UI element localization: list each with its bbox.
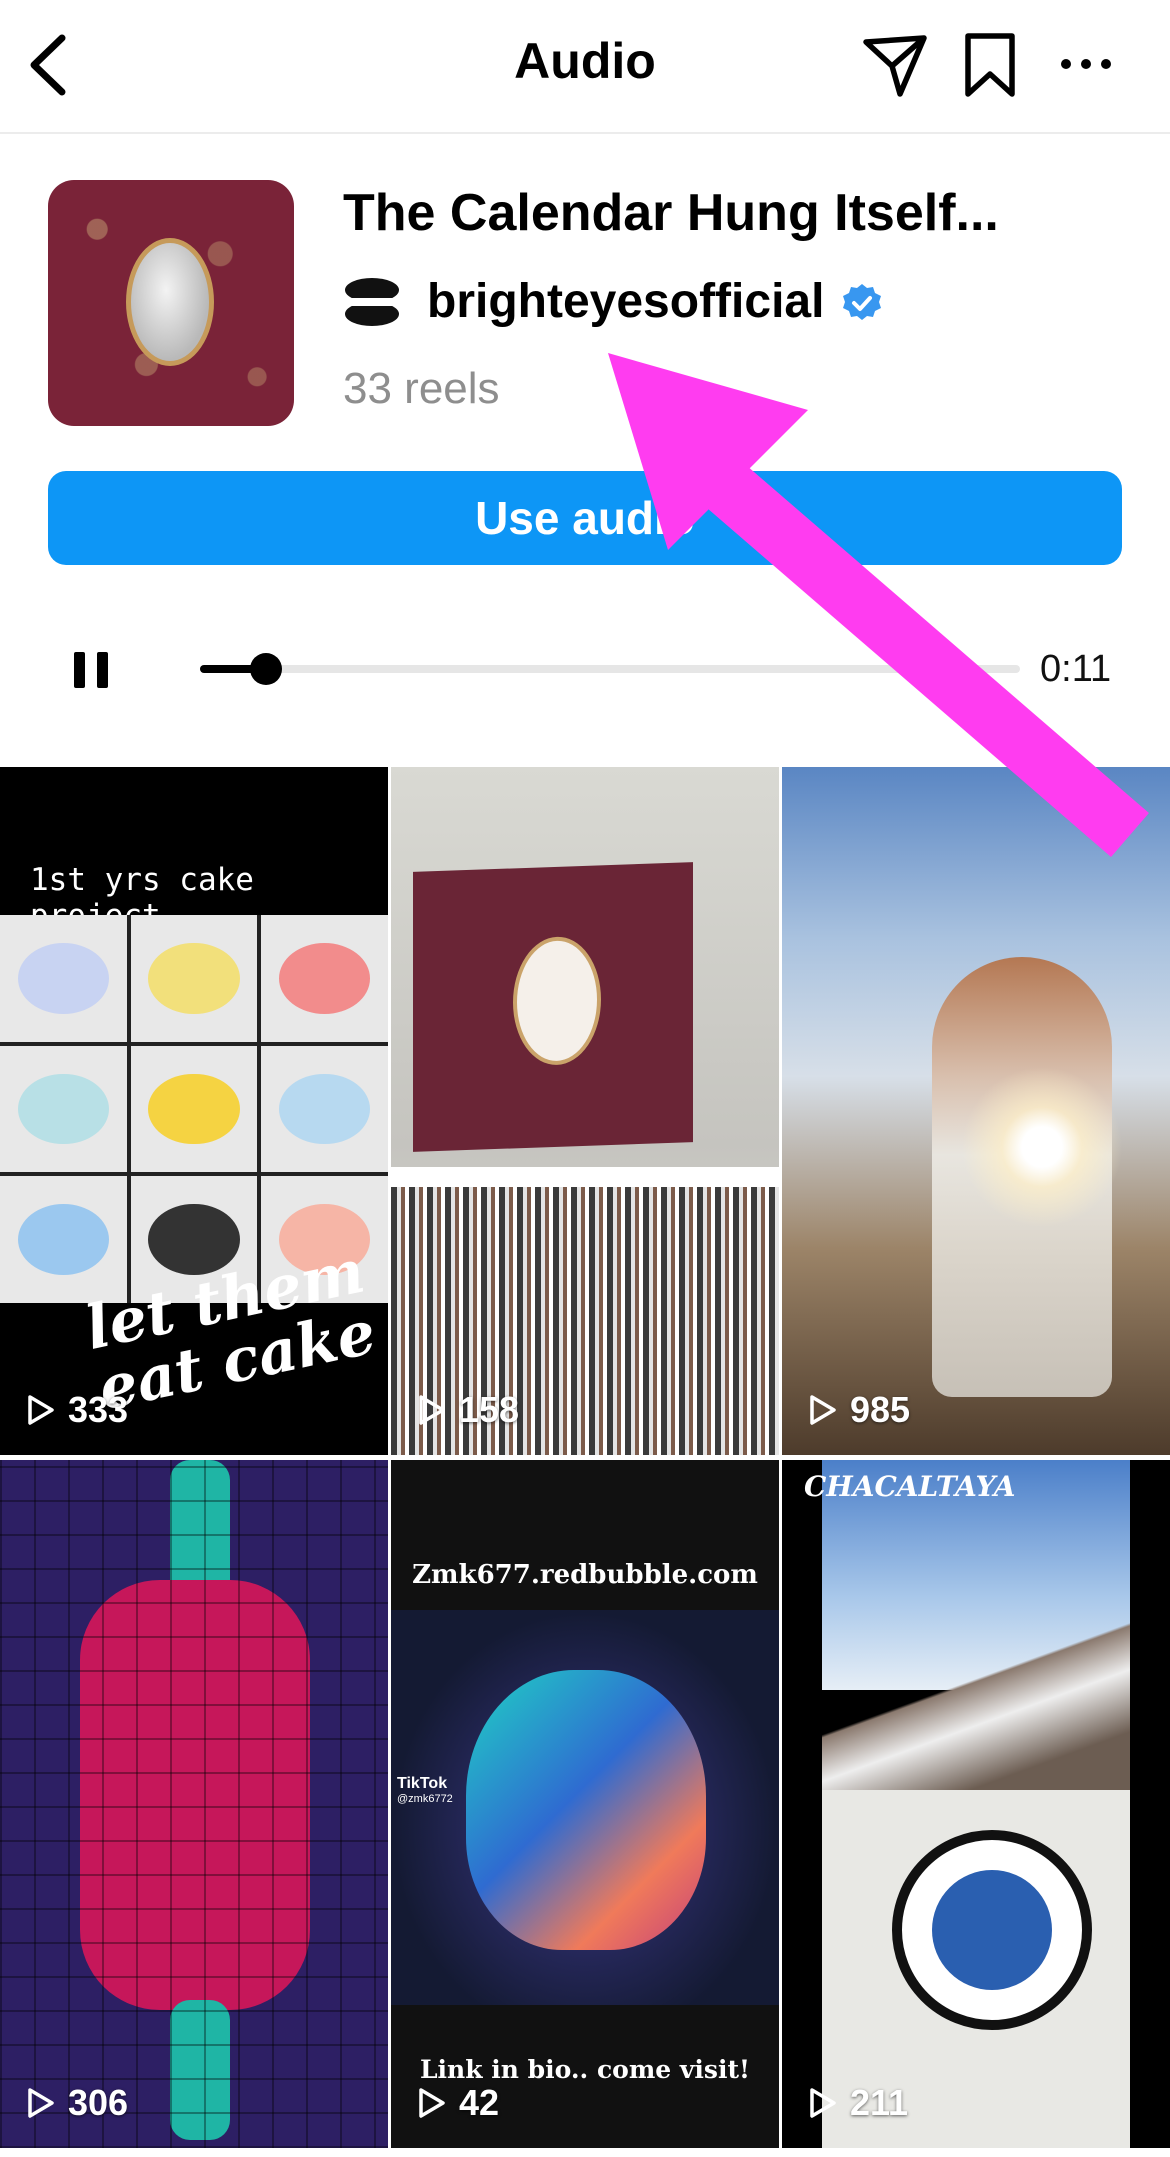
- view-count: 333: [26, 1389, 128, 1431]
- reel-thumbnail[interactable]: 306: [0, 1460, 388, 2148]
- reel-thumbnail[interactable]: 985: [782, 767, 1170, 1455]
- view-count: 985: [808, 1389, 910, 1431]
- time-remaining: 0:11: [1040, 648, 1112, 690]
- view-count-value: 333: [68, 1389, 129, 1430]
- use-audio-button[interactable]: Use audio: [48, 471, 1122, 565]
- more-icon[interactable]: [1058, 44, 1114, 84]
- view-count-value: 985: [850, 1389, 911, 1430]
- view-count: 42: [417, 2082, 499, 2124]
- artist-name[interactable]: brighteyesofficial: [427, 274, 824, 329]
- view-count-value: 306: [68, 2082, 129, 2123]
- play-icon: [419, 2088, 445, 2118]
- reels-count: 33 reels: [343, 364, 500, 413]
- reel-top-text: Zmk677.redbubble.com: [412, 1560, 758, 1590]
- reel-thumbnail[interactable]: Zmk677.redbubble.com TikTok @zmk6772 Lin…: [391, 1460, 779, 2148]
- verified-badge-icon: [843, 284, 881, 320]
- tiktok-handle: @zmk6772: [397, 1793, 453, 1805]
- reel-bottom-text: Link in bio.. come visit!: [419, 2055, 751, 2084]
- view-count: 158: [417, 1389, 519, 1431]
- view-count: 306: [26, 2082, 128, 2124]
- vinyl-album-image: [413, 862, 693, 1152]
- view-count-value: 158: [459, 1389, 520, 1430]
- album-cover-image: [48, 180, 294, 426]
- view-count-value: 42: [459, 2082, 500, 2123]
- elephant-artwork: [391, 1610, 779, 2005]
- tiktok-label: TikTok: [397, 1775, 448, 1792]
- audio-progress-slider[interactable]: [200, 653, 1020, 685]
- reel-thumbnail[interactable]: CHACALTAYA 211: [782, 1460, 1170, 2148]
- top-bar: Audio: [0, 0, 1170, 134]
- progress-knob[interactable]: [249, 653, 282, 685]
- play-icon: [28, 1395, 54, 1425]
- pause-icon[interactable]: [72, 650, 110, 690]
- play-icon: [28, 2088, 54, 2118]
- mountain-image: [822, 1610, 1130, 1810]
- send-icon[interactable]: [860, 30, 930, 100]
- play-icon: [810, 1395, 836, 1425]
- bookmark-icon[interactable]: [960, 30, 1020, 100]
- reel-caption: CHACALTAYA: [804, 1470, 1016, 1503]
- play-icon: [419, 1395, 445, 1425]
- artist-avatar[interactable]: [343, 276, 401, 328]
- reel-thumbnail[interactable]: 1st yrs cake project let them eat cake 3…: [0, 767, 388, 1455]
- tiktok-watermark: TikTok @zmk6772: [397, 1775, 453, 1805]
- track-title[interactable]: The Calendar Hung Itself...: [343, 183, 999, 243]
- play-icon: [810, 2088, 836, 2118]
- view-count-value: 211: [850, 2082, 909, 2123]
- reel-thumbnail[interactable]: 158: [391, 767, 779, 1455]
- view-count: 211: [808, 2082, 908, 2124]
- sun-glare: [962, 1067, 1122, 1227]
